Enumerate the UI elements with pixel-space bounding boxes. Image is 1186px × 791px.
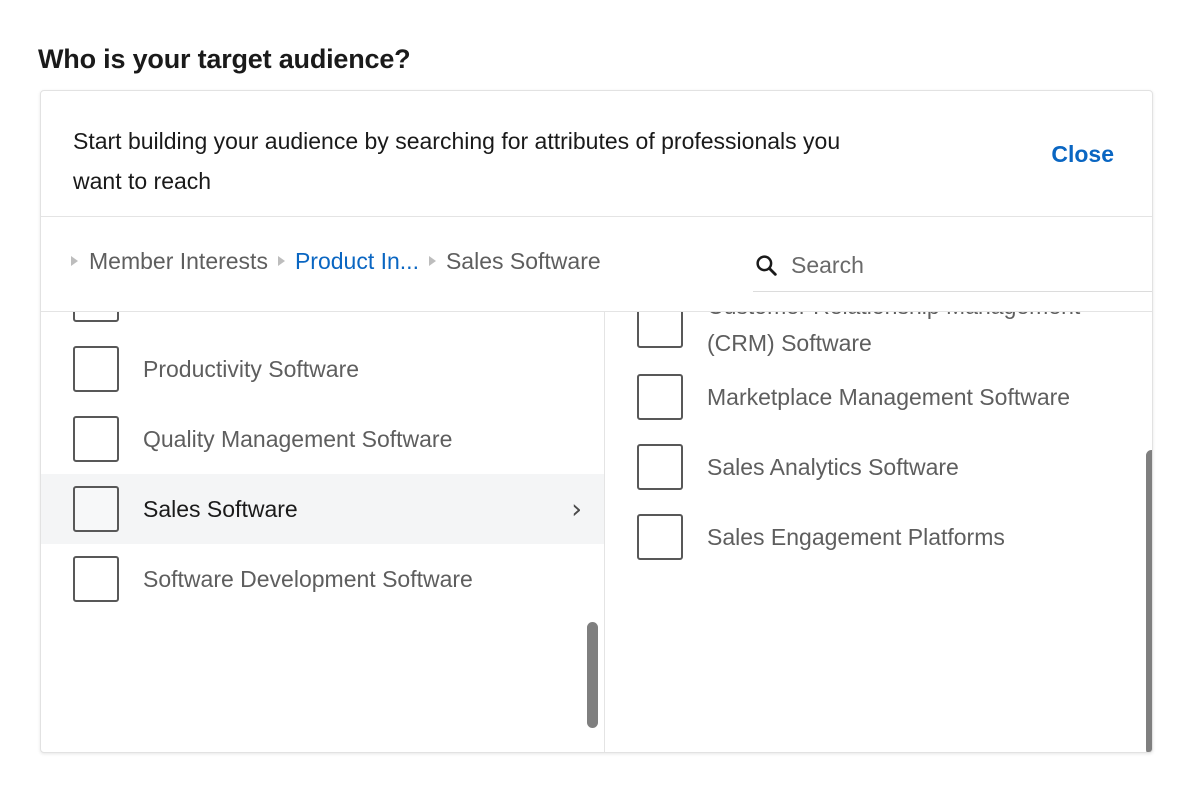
checkbox-icon[interactable] — [637, 374, 683, 420]
list-item-label: Marketplace Management Software — [707, 383, 1071, 410]
right-option-list: Customer Relationship Management (CRM) S… — [605, 312, 1152, 572]
page-title: Who is your target audience? — [38, 44, 411, 75]
list-item[interactable] — [41, 312, 604, 334]
taxonomy-columns: Productivity Software Quality Management… — [41, 312, 1152, 752]
breadcrumb-caret-icon — [428, 256, 436, 266]
breadcrumb-item-sales-software: Sales Software — [445, 247, 601, 274]
list-item-sales-software[interactable]: Sales Software › — [41, 474, 604, 544]
list-item-label: Sales Analytics Software — [707, 453, 959, 480]
checkbox-icon[interactable] — [73, 346, 119, 392]
list-item-label: Software Development Software — [143, 565, 473, 592]
breadcrumb-item-product-interests[interactable]: Product In... — [295, 248, 419, 275]
search-input[interactable] — [791, 251, 1121, 279]
chevron-right-icon[interactable]: › — [571, 496, 582, 523]
right-option-column[interactable]: Customer Relationship Management (CRM) S… — [605, 312, 1152, 752]
list-item-label: Customer Relationship Management (CRM) S… — [707, 312, 1080, 356]
list-item-sales-analytics-software[interactable]: Sales Analytics Software — [605, 432, 1152, 502]
list-item-label: Sales Engagement Platforms — [707, 523, 1005, 550]
search-icon — [756, 255, 777, 276]
list-item-crm-software[interactable]: Customer Relationship Management (CRM) S… — [605, 312, 1152, 362]
panel-header: Start building your audience by searchin… — [41, 91, 1152, 217]
left-option-column[interactable]: Productivity Software Quality Management… — [41, 312, 605, 752]
list-item-label: Quality Management Software — [143, 425, 453, 452]
list-item-sales-engagement-platforms[interactable]: Sales Engagement Platforms — [605, 502, 1152, 572]
left-option-list: Productivity Software Quality Management… — [41, 312, 604, 614]
list-item-quality-management-software[interactable]: Quality Management Software — [41, 404, 604, 474]
list-item-label: Productivity Software — [143, 355, 360, 382]
close-button[interactable]: Close — [1051, 141, 1114, 168]
checkbox-icon[interactable] — [637, 312, 683, 348]
checkbox-icon[interactable] — [637, 444, 683, 490]
audience-builder-panel: Start building your audience by searchin… — [40, 90, 1153, 753]
checkbox-icon[interactable] — [73, 416, 119, 462]
list-item-productivity-software[interactable]: Productivity Software — [41, 334, 604, 404]
checkbox-icon[interactable] — [73, 312, 119, 322]
breadcrumb-search-row: Member Interests Product In... Sales Sof… — [41, 217, 1152, 312]
breadcrumb: Member Interests Product In... Sales Sof… — [71, 239, 601, 283]
panel-description: Start building your audience by searchin… — [73, 128, 841, 194]
list-item-marketplace-management-software[interactable]: Marketplace Management Software — [605, 362, 1152, 432]
checkbox-icon[interactable] — [637, 514, 683, 560]
breadcrumb-caret-icon — [71, 256, 78, 266]
breadcrumb-caret-icon — [277, 256, 285, 266]
checkbox-icon[interactable] — [73, 486, 119, 532]
breadcrumb-item-member-interests[interactable]: Member Interests — [89, 248, 268, 275]
left-column-scrollbar-thumb[interactable] — [587, 622, 598, 728]
list-item-label: Sales Software — [143, 495, 298, 522]
search-field[interactable] — [753, 239, 1152, 292]
list-item-software-development-software[interactable]: Software Development Software — [41, 544, 604, 614]
checkbox-icon[interactable] — [73, 556, 119, 602]
right-column-scrollbar-thumb[interactable] — [1146, 450, 1152, 752]
